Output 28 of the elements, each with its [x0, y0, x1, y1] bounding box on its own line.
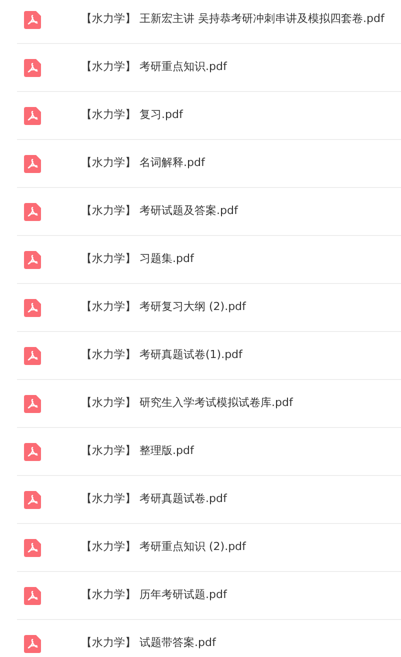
file-name[interactable]: 【水力学】 考研真题试卷.pdf: [81, 491, 227, 508]
file-name[interactable]: 【水力学】 复习.pdf: [81, 107, 183, 124]
file-name[interactable]: 【水力学】 习题集.pdf: [81, 251, 194, 268]
pdf-file-icon: [24, 58, 41, 76]
file-name[interactable]: 【水力学】 考研复习大纲 (2).pdf: [81, 299, 246, 316]
pdf-file-icon: [24, 202, 41, 220]
file-name[interactable]: 【水力学】 名词解释.pdf: [81, 155, 205, 172]
file-name[interactable]: 【水力学】 研究生入学考试模拟试卷库.pdf: [81, 395, 293, 412]
pdf-file-icon: [24, 346, 41, 364]
pdf-file-icon: [24, 586, 41, 604]
file-name[interactable]: 【水力学】 试题带答案.pdf: [81, 635, 216, 652]
pdf-file-icon: [24, 394, 41, 412]
file-name[interactable]: 【水力学】 考研重点知识.pdf: [81, 59, 227, 76]
pdf-file-icon: [24, 298, 41, 316]
pdf-file-icon: [24, 634, 41, 652]
file-name[interactable]: 【水力学】 考研重点知识 (2).pdf: [81, 539, 246, 556]
pdf-file-icon: [24, 442, 41, 460]
file-name[interactable]: 【水力学】 考研试题及答案.pdf: [81, 203, 238, 220]
file-name[interactable]: 【水力学】 王新宏主讲 吴持恭考研冲刺串讲及模拟四套卷.pdf: [81, 11, 384, 28]
file-name[interactable]: 【水力学】 考研真题试卷(1).pdf: [81, 347, 242, 364]
pdf-file-icon: [24, 106, 41, 124]
file-name[interactable]: 【水力学】 整理版.pdf: [81, 443, 194, 460]
file-name[interactable]: 【水力学】 历年考研试题.pdf: [81, 587, 227, 604]
pdf-file-icon: [24, 154, 41, 172]
pdf-file-icon: [24, 538, 41, 556]
pdf-file-icon: [24, 250, 41, 268]
pdf-file-icon: [24, 490, 41, 508]
pdf-file-icon: [24, 10, 41, 28]
